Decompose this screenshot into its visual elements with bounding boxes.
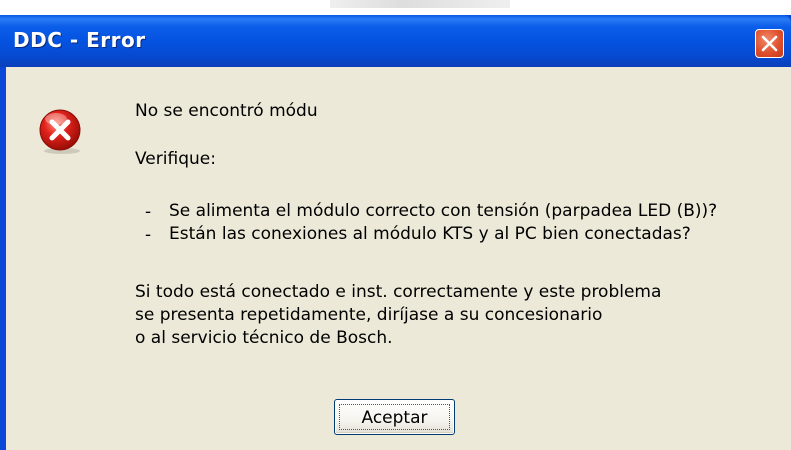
close-button[interactable] xyxy=(755,29,784,58)
bullet-item-1: Se alimenta el módulo correcto con tensi… xyxy=(169,201,718,221)
message-line-2: Verifique: xyxy=(135,149,216,169)
message-line-1: No se encontró módu xyxy=(135,101,318,121)
error-icon xyxy=(39,109,81,154)
accept-button-label: Aceptar xyxy=(361,408,428,428)
dialog-title: DDC - Error xyxy=(13,28,146,52)
bullet-marker-2: - xyxy=(145,225,152,245)
title-bar[interactable]: DDC - Error xyxy=(0,15,791,67)
message-paragraph-line-1: Si todo está conectado e inst. correctam… xyxy=(135,282,662,302)
bullet-marker-1: - xyxy=(145,202,152,222)
bullet-item-2: Están las conexiones al módulo KTS y al … xyxy=(169,224,691,244)
dialog-body: No se encontró módu Verifique: - Se alim… xyxy=(6,67,791,450)
message-paragraph-line-3: o al servicio técnico de Bosch. xyxy=(135,328,393,348)
close-icon xyxy=(761,35,778,52)
accept-button[interactable]: Aceptar xyxy=(334,399,455,435)
message-paragraph-line-2: se presenta repetidamente, diríjase a su… xyxy=(135,305,603,325)
background-strip xyxy=(0,0,791,15)
background-window-fragment xyxy=(330,0,510,8)
error-dialog-window: DDC - Error No se encontró módu Verifiqu… xyxy=(0,15,791,450)
